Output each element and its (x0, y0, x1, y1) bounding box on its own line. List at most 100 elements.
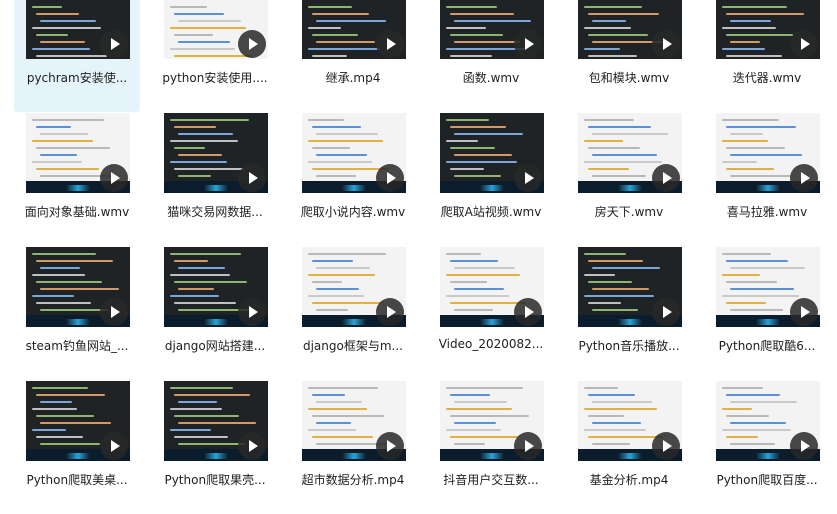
thumbnail-content-line (584, 6, 642, 8)
video-thumbnail[interactable] (302, 247, 406, 327)
file-tile[interactable]: 猫咪交易网数据... (152, 112, 278, 246)
file-tile[interactable]: 抖音用户交互数... (428, 380, 554, 514)
video-thumbnail[interactable] (716, 113, 820, 193)
play-icon[interactable] (100, 164, 128, 192)
file-tile[interactable]: 喜马拉雅.wmv (704, 112, 830, 246)
play-icon[interactable] (376, 298, 404, 326)
thumbnail-content-line (312, 260, 353, 262)
taskbar-glow (66, 185, 90, 191)
file-tile[interactable]: Python爬取酷6... (704, 246, 830, 380)
file-tile[interactable]: Python爬取美桌... (14, 380, 140, 514)
thumbnail-content-line (454, 401, 507, 403)
video-thumbnail[interactable] (302, 381, 406, 461)
thumbnail-content-line (730, 422, 786, 424)
play-icon[interactable] (652, 164, 680, 192)
thumbnail-content-line (726, 281, 777, 283)
video-thumbnail[interactable] (302, 113, 406, 193)
thumbnail-content-line (312, 394, 345, 396)
thumbnail-content-line (40, 422, 111, 424)
taskbar-glow (756, 453, 780, 459)
file-tile[interactable]: pychram安装使... (14, 0, 140, 112)
video-thumbnail[interactable] (440, 0, 544, 59)
file-tile[interactable]: 超市数据分析.mp4 (290, 380, 416, 514)
file-name-label: 爬取A站视频.wmv (440, 205, 542, 219)
file-tile[interactable]: 爬取A站视频.wmv (428, 112, 554, 246)
play-icon[interactable] (514, 164, 542, 192)
file-tile[interactable]: 爬取小说内容.wmv (290, 112, 416, 246)
play-icon[interactable] (652, 432, 680, 460)
thumbnail-content-line (32, 6, 62, 8)
play-icon[interactable] (790, 298, 818, 326)
video-thumbnail[interactable] (164, 247, 268, 327)
thumbnail-content-line (174, 34, 213, 36)
thumbnail-content-line (170, 6, 207, 8)
play-icon[interactable] (100, 30, 128, 58)
thumbnail-content-line (312, 436, 373, 438)
file-tile[interactable]: 包和模块.wmv (566, 0, 692, 112)
video-thumbnail[interactable] (578, 381, 682, 461)
thumbnail-content-line (588, 436, 663, 438)
thumbnail-content-line (726, 394, 780, 396)
thumbnail-content-line (454, 41, 520, 43)
thumbnail-content-line (40, 133, 88, 135)
file-tile[interactable]: Python爬取百度... (704, 380, 830, 514)
file-name-label: 继承.mp4 (325, 71, 381, 85)
play-icon[interactable] (514, 298, 542, 326)
video-thumbnail[interactable] (164, 113, 268, 193)
play-icon[interactable] (100, 298, 128, 326)
video-thumbnail[interactable] (440, 247, 544, 327)
file-tile[interactable]: Python音乐播放... (566, 246, 692, 380)
play-icon[interactable] (238, 432, 266, 460)
video-thumbnail[interactable] (716, 381, 820, 461)
play-icon[interactable] (100, 432, 128, 460)
video-thumbnail[interactable] (26, 0, 130, 59)
thumbnail-content-line (312, 281, 342, 283)
play-icon[interactable] (514, 432, 542, 460)
video-thumbnail[interactable] (26, 381, 130, 461)
file-tile[interactable]: 面向对象基础.wmv (14, 112, 140, 246)
video-thumbnail[interactable] (164, 0, 268, 59)
play-icon[interactable] (238, 164, 266, 192)
video-thumbnail[interactable] (164, 381, 268, 461)
thumbnail-content-line (592, 401, 652, 403)
video-thumbnail[interactable] (578, 113, 682, 193)
video-thumbnail[interactable] (578, 0, 682, 59)
play-icon[interactable] (652, 30, 680, 58)
play-icon[interactable] (790, 30, 818, 58)
thumbnail-content-line (592, 267, 660, 269)
file-tile[interactable]: django网站搭建... (152, 246, 278, 380)
play-icon[interactable] (376, 164, 404, 192)
file-tile[interactable]: steam钓鱼网站_... (14, 246, 140, 380)
play-icon[interactable] (238, 30, 266, 58)
play-icon[interactable] (376, 30, 404, 58)
file-tile[interactable]: django框架与m... (290, 246, 416, 380)
file-name-label: Python爬取酷6... (718, 339, 816, 353)
video-thumbnail[interactable] (26, 247, 130, 327)
file-tile[interactable]: 基金分析.mp4 (566, 380, 692, 514)
file-tile[interactable]: 迭代器.wmv (704, 0, 830, 112)
file-tile[interactable]: Video_2020082... (428, 246, 554, 380)
video-thumbnail[interactable] (578, 247, 682, 327)
video-thumbnail[interactable] (302, 0, 406, 59)
play-icon[interactable] (790, 164, 818, 192)
video-thumbnail[interactable] (26, 113, 130, 193)
file-tile[interactable]: 函数.wmv (428, 0, 554, 112)
video-thumbnail[interactable] (716, 247, 820, 327)
play-icon[interactable] (790, 432, 818, 460)
thumbnail-content-line (726, 55, 782, 57)
play-icon[interactable] (376, 432, 404, 460)
play-icon[interactable] (514, 30, 542, 58)
thumbnail-content-line (454, 267, 515, 269)
play-icon[interactable] (652, 298, 680, 326)
file-tile[interactable]: 继承.mp4 (290, 0, 416, 112)
video-thumbnail[interactable] (440, 113, 544, 193)
play-icon[interactable] (238, 298, 266, 326)
thumbnail-content-line (174, 13, 224, 15)
thumbnail-content-line (722, 119, 779, 121)
file-tile[interactable]: 房天下.wmv (566, 112, 692, 246)
thumbnail-content-line (178, 20, 241, 22)
file-tile[interactable]: python安装使用.... (152, 0, 278, 112)
video-thumbnail[interactable] (716, 0, 820, 59)
file-tile[interactable]: Python爬取果壳... (152, 380, 278, 514)
video-thumbnail[interactable] (440, 381, 544, 461)
